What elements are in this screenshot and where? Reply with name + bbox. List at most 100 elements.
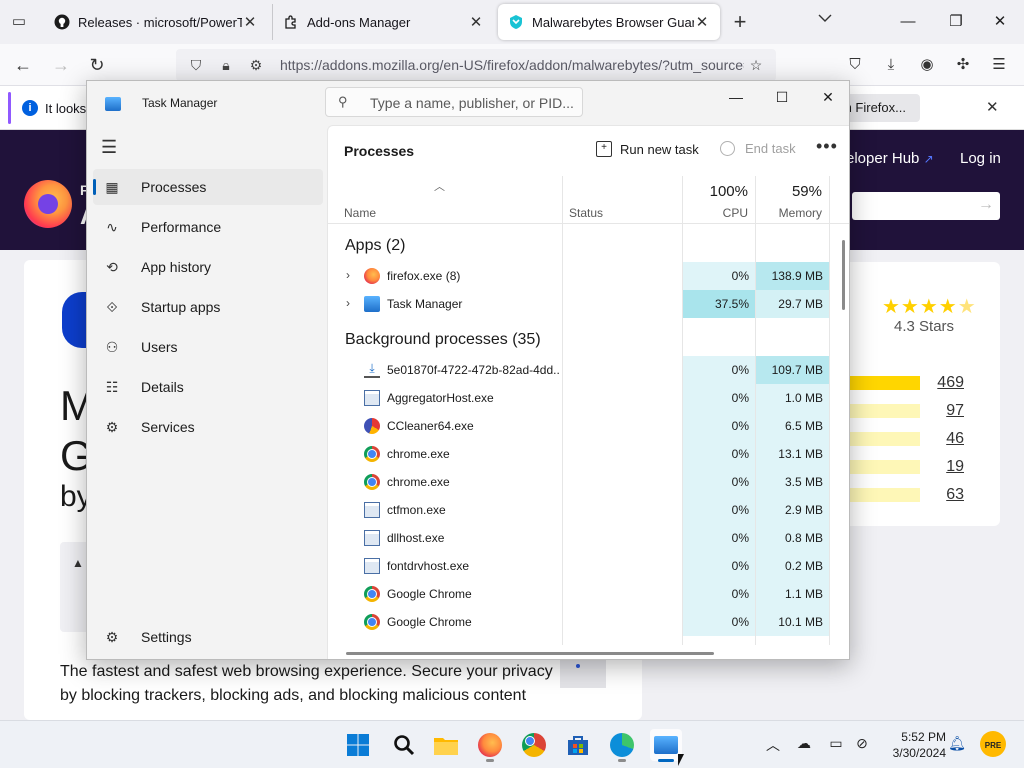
notification-bell-icon[interactable]: 🔔︎: [948, 735, 966, 752]
screenshot-thumbnail[interactable]: [560, 656, 606, 688]
tab-addons-manager[interactable]: Add-ons Manager ✕: [272, 4, 494, 40]
rating-count[interactable]: 46: [928, 430, 964, 448]
search-input[interactable]: ⚲ Type a name, publisher, or PID...: [325, 87, 583, 117]
table-row[interactable]: AggregatorHost.exe 0% 1.0 MB: [328, 384, 849, 412]
table-row[interactable]: › Task Manager 37.5% 29.7 MB: [328, 290, 849, 318]
window-icon: [364, 530, 380, 546]
firefox-view-icon[interactable]: ▭: [8, 12, 30, 32]
extensions-icon[interactable]: ✣: [952, 54, 974, 76]
pocket-icon[interactable]: ⛉: [844, 54, 866, 76]
maximize-icon[interactable]: ☐: [759, 83, 805, 111]
table-row[interactable]: ⤓ 5e01870f-4722-472b-82ad-4dd... 0% 109.…: [328, 356, 849, 384]
display-icon[interactable]: ▭: [826, 735, 846, 752]
table-row[interactable]: ctfmon.exe 0% 2.9 MB: [328, 496, 849, 524]
firefox-logo-icon[interactable]: [24, 180, 72, 228]
cloud-offline-icon[interactable]: ☁: [794, 735, 814, 752]
firefox-icon[interactable]: [474, 729, 506, 761]
sort-ascending-icon[interactable]: ︿: [434, 178, 445, 194]
amo-search-input[interactable]: →: [852, 192, 1000, 220]
bookmark-star-icon[interactable]: ☆: [744, 57, 768, 74]
login-link[interactable]: Log in: [960, 150, 1001, 167]
table-row[interactable]: › firefox.exe (8) 0% 138.9 MB: [328, 262, 849, 290]
rating-row[interactable]: 97: [850, 402, 990, 420]
tab-label: Add-ons Manager: [307, 14, 411, 30]
downloads-icon[interactable]: ⤓: [880, 54, 902, 76]
table-row[interactable]: chrome.exe 0% 13.1 MB: [328, 440, 849, 468]
rating-count[interactable]: 63: [928, 486, 964, 504]
url-bar[interactable]: ⛉ 🔒︎ ⚙ https://addons.mozilla.org/en-US/…: [176, 49, 776, 81]
process-cpu: 0%: [683, 384, 755, 412]
developer-hub-link[interactable]: eloper Hub ↗: [846, 150, 934, 167]
arrow-right-icon[interactable]: →: [978, 196, 994, 214]
menu-icon[interactable]: ☰: [988, 54, 1010, 76]
table-row[interactable]: Google Chrome 0% 1.1 MB: [328, 580, 849, 608]
end-task-button[interactable]: End task: [720, 141, 796, 156]
nav-startup-apps[interactable]: ⟐ Startup apps: [93, 289, 323, 325]
permissions-icon[interactable]: ⚙: [246, 57, 266, 74]
rating-row[interactable]: 63: [850, 486, 990, 504]
close-icon[interactable]: ✕: [978, 6, 1022, 38]
memory-total[interactable]: 59%: [760, 183, 822, 200]
column-header-status[interactable]: Status: [569, 206, 603, 220]
table-row[interactable]: fontdrvhost.exe 0% 0.2 MB: [328, 552, 849, 580]
close-icon[interactable]: ✕: [986, 98, 999, 116]
nav-processes[interactable]: ▦ Processes: [93, 169, 323, 205]
start-icon[interactable]: [342, 729, 374, 761]
chevron-down-icon[interactable]: [812, 10, 838, 34]
url-text[interactable]: https://addons.mozilla.org/en-US/firefox…: [280, 57, 744, 73]
edge-icon[interactable]: [606, 729, 638, 761]
close-tab-icon[interactable]: ✕: [468, 13, 484, 31]
new-tab-button[interactable]: +: [726, 8, 754, 36]
search-icon[interactable]: [388, 729, 420, 761]
vertical-scrollbar[interactable]: [842, 240, 845, 310]
table-row[interactable]: CCleaner64.exe 0% 6.5 MB: [328, 412, 849, 440]
cpu-total[interactable]: 100%: [688, 183, 748, 200]
lock-icon[interactable]: 🔒︎: [216, 57, 236, 74]
chrome-icon[interactable]: [518, 729, 550, 761]
notification-button[interactable]: h Firefox...: [840, 94, 920, 122]
rating-count[interactable]: 97: [928, 402, 964, 420]
rating-row[interactable]: 46: [850, 430, 990, 448]
tab-malwarebytes-addon[interactable]: Malwarebytes Browser Guard – ✕: [498, 4, 720, 40]
rating-row[interactable]: 19: [850, 458, 990, 476]
minimize-icon[interactable]: —: [886, 6, 930, 38]
chevron-right-icon[interactable]: ›: [346, 268, 350, 282]
run-new-task-button[interactable]: + Run new task: [596, 141, 699, 157]
hamburger-menu-icon[interactable]: ☰: [101, 138, 121, 156]
chevron-right-icon[interactable]: ›: [346, 296, 350, 310]
table-row[interactable]: Google Chrome 0% 10.1 MB: [328, 608, 849, 636]
clock[interactable]: 5:52 PM 3/30/2024: [884, 729, 946, 761]
table-row[interactable]: chrome.exe 0% 3.5 MB: [328, 468, 849, 496]
nav-details[interactable]: ☷ Details: [93, 369, 323, 405]
back-icon[interactable]: ←: [10, 52, 36, 78]
table-row[interactable]: dllhost.exe 0% 0.8 MB: [328, 524, 849, 552]
nav-app-history[interactable]: ⟲ App history: [93, 249, 323, 285]
network-volume-icon[interactable]: ⊘: [852, 735, 872, 752]
minimize-icon[interactable]: —: [713, 83, 759, 111]
file-explorer-icon[interactable]: [430, 729, 462, 761]
shield-icon[interactable]: ⛉: [186, 57, 206, 74]
rating-row[interactable]: 469: [850, 374, 990, 392]
store-icon[interactable]: [562, 729, 594, 761]
rating-count[interactable]: 19: [928, 458, 964, 476]
rating-count[interactable]: 469: [928, 374, 964, 392]
column-header-memory[interactable]: Memory: [760, 206, 822, 220]
nav-services[interactable]: ⚙ Services: [93, 409, 323, 445]
reload-icon[interactable]: ↻: [84, 52, 110, 78]
restore-icon[interactable]: ❐: [934, 6, 978, 38]
nav-users[interactable]: ⚇ Users: [93, 329, 323, 365]
forward-icon[interactable]: →: [48, 52, 74, 78]
nav-settings[interactable]: ⚙ Settings: [93, 619, 323, 655]
tab-powertoys-releases[interactable]: Releases · microsoft/PowerToys ✕: [44, 4, 268, 40]
nav-performance[interactable]: ∿ Performance: [93, 209, 323, 245]
close-icon[interactable]: ✕: [805, 83, 849, 111]
column-header-cpu[interactable]: CPU: [688, 206, 748, 220]
close-tab-icon[interactable]: ✕: [242, 13, 258, 31]
close-tab-icon[interactable]: ✕: [694, 13, 710, 31]
more-options-icon[interactable]: •••: [816, 136, 838, 157]
copilot-badge-icon[interactable]: PRE: [980, 731, 1006, 757]
column-header-name[interactable]: Name: [344, 206, 376, 220]
chevron-up-icon[interactable]: ︿: [764, 735, 782, 755]
horizontal-scrollbar[interactable]: [346, 652, 714, 655]
account-icon[interactable]: ◉: [916, 54, 938, 76]
